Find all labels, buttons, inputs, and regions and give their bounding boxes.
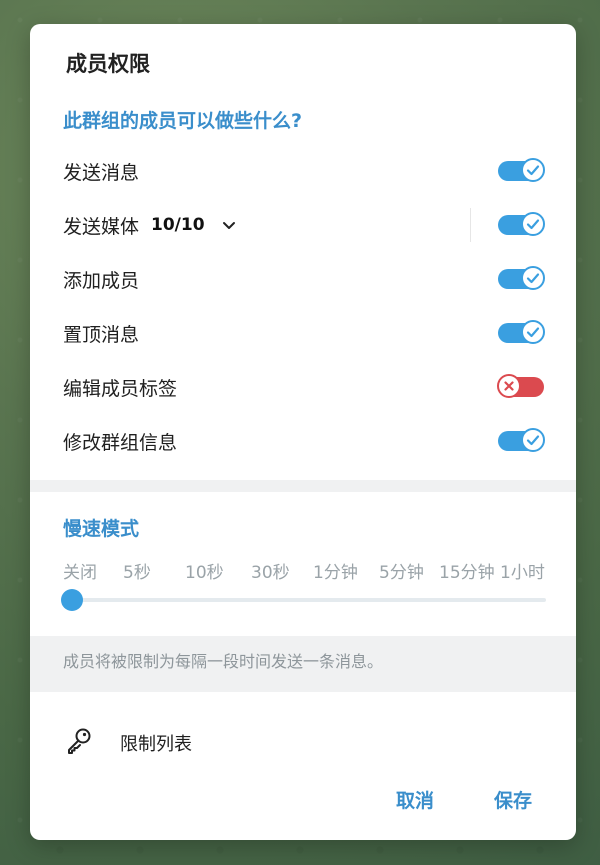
check-icon [521, 320, 545, 344]
restrictions-list-label: 限制列表 [120, 734, 192, 755]
restrictions-list-row[interactable]: 限制列表 [30, 714, 576, 768]
permission-label: 置顶消息 [63, 323, 140, 346]
slow-mode-options: 关闭 5秒 10秒 30秒 1分钟 5分钟 15分钟 1小时 [30, 558, 576, 583]
cancel-button[interactable]: 取消 [396, 786, 434, 813]
chevron-down-icon[interactable] [219, 215, 239, 235]
slow-mode-slider[interactable] [61, 589, 546, 611]
permissions-list: 发送消息 发送媒体 10/10 添加成员 置顶消息 编辑成员标签 修改群组信息 [30, 144, 576, 468]
section-separator [30, 480, 576, 492]
permission-label: 修改群组信息 [63, 431, 178, 454]
permission-row-change-group-info[interactable]: 修改群组信息 [30, 414, 576, 468]
slow-mode-header: 慢速模式 [63, 518, 140, 540]
slow-mode-option[interactable]: 1分钟 [313, 558, 358, 583]
check-icon [521, 212, 545, 236]
check-icon [521, 266, 545, 290]
divider [470, 208, 471, 242]
slow-mode-option[interactable]: 关闭 [63, 558, 97, 583]
key-icon [64, 726, 94, 756]
permission-label[interactable]: 发送媒体 10/10 [63, 212, 239, 239]
permission-row-edit-member-tags[interactable]: 编辑成员标签 [30, 360, 576, 414]
slow-mode-hint: 成员将被限制为每隔一段时间发送一条消息。 [63, 652, 384, 671]
permission-row-add-members[interactable]: 添加成员 [30, 252, 576, 306]
permission-row-send-messages[interactable]: 发送消息 [30, 144, 576, 198]
permission-label: 发送消息 [63, 161, 140, 184]
toggle-add-members[interactable] [498, 266, 545, 291]
slow-mode-option[interactable]: 1小时 [500, 558, 545, 583]
media-count: 10/10 [151, 215, 205, 235]
toggle-edit-member-tags[interactable] [497, 374, 544, 399]
save-button[interactable]: 保存 [494, 786, 532, 813]
check-icon [521, 158, 545, 182]
permissions-section-header: 此群组的成员可以做些什么? [63, 110, 303, 132]
slider-thumb[interactable] [61, 589, 83, 611]
toggle-send-media[interactable] [498, 212, 545, 237]
member-permissions-dialog: 成员权限 此群组的成员可以做些什么? 发送消息 发送媒体 10/10 添加成员 … [30, 24, 576, 840]
dialog-title: 成员权限 [66, 52, 150, 76]
check-icon [521, 428, 545, 452]
permission-label: 编辑成员标签 [63, 377, 178, 400]
toggle-pin-messages[interactable] [498, 320, 545, 345]
permission-row-send-media[interactable]: 发送媒体 10/10 [30, 198, 576, 252]
slow-mode-option[interactable]: 5分钟 [379, 558, 424, 583]
permission-row-pin-messages[interactable]: 置顶消息 [30, 306, 576, 360]
close-icon [497, 374, 521, 398]
permission-label: 添加成员 [63, 269, 140, 292]
slow-mode-option[interactable]: 10秒 [185, 558, 224, 583]
toggle-send-messages[interactable] [498, 158, 545, 183]
toggle-change-group-info[interactable] [498, 428, 545, 453]
slow-mode-option[interactable]: 15分钟 [439, 558, 495, 583]
slow-mode-option[interactable]: 30秒 [251, 558, 290, 583]
slow-mode-option[interactable]: 5秒 [123, 558, 151, 583]
